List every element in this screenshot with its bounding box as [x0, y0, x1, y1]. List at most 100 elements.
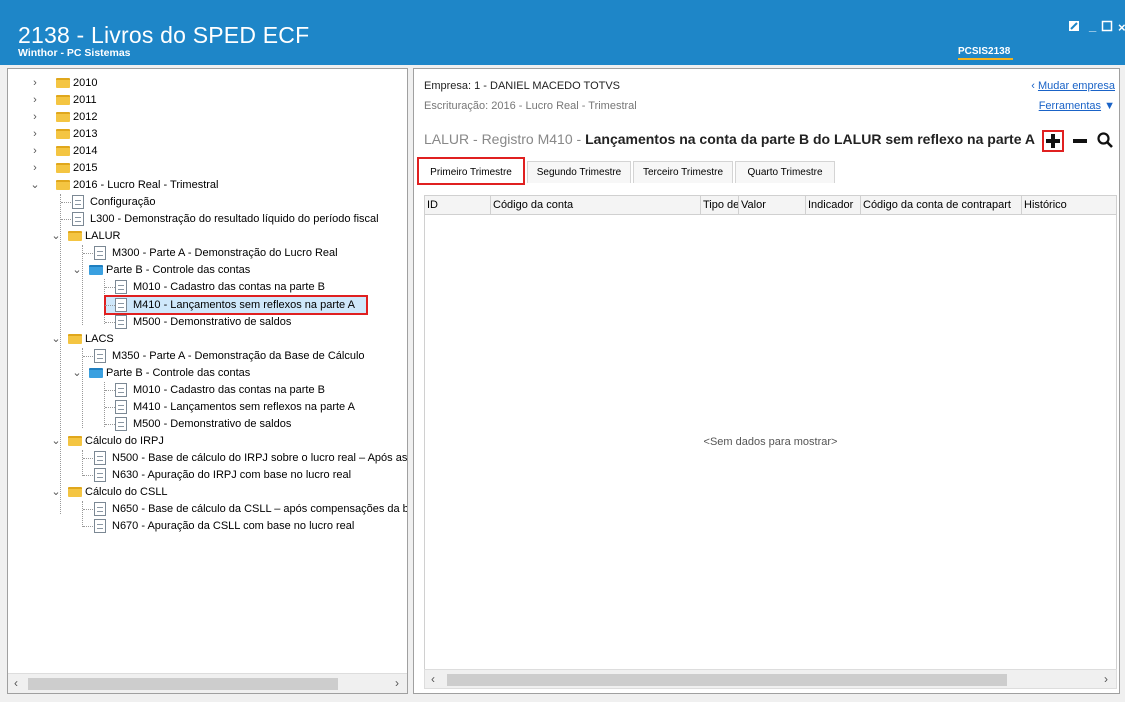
- tree-item-lalur-parteb[interactable]: ⌄ Parte B - Controle das contas: [8, 262, 398, 279]
- chevron-right-icon[interactable]: ›: [30, 126, 40, 143]
- tree-label: M350 - Parte A - Demonstração da Base de…: [112, 350, 365, 362]
- tree-label: 2016 - Lucro Real - Trimestral: [73, 179, 219, 191]
- column-header-historico[interactable]: Histórico: [1022, 196, 1116, 215]
- chevron-down-icon[interactable]: ⌄: [72, 262, 82, 279]
- scrollbar-thumb[interactable]: [28, 678, 338, 690]
- tree-item-2010[interactable]: › 2010: [8, 75, 308, 92]
- maximize-icon[interactable]: [1101, 20, 1113, 35]
- close-icon[interactable]: ×: [1118, 20, 1125, 35]
- chevron-down-icon[interactable]: ⌄: [51, 228, 61, 245]
- tree-item-2016[interactable]: ⌄ 2016 - Lucro Real - Trimestral: [8, 177, 308, 194]
- scroll-left-icon[interactable]: ‹: [431, 672, 435, 686]
- document-icon: [94, 468, 106, 482]
- chevron-right-icon[interactable]: ›: [30, 75, 40, 92]
- tree-item-lacs[interactable]: ⌄ LACS: [8, 331, 398, 348]
- tab-quarto-trimestre[interactable]: Quarto Trimestre: [735, 161, 835, 183]
- chevron-right-icon[interactable]: ›: [30, 143, 40, 160]
- ferramentas-link[interactable]: Ferramentas ▼: [1039, 100, 1115, 112]
- tree-item-lalur-m010[interactable]: M010 - Cadastro das contas na parte B: [8, 279, 398, 296]
- tab-segundo-trimestre[interactable]: Segundo Trimestre: [527, 161, 631, 183]
- chevron-left-icon: ‹: [1031, 80, 1035, 92]
- tree-item-lalur[interactable]: ⌄ LALUR: [8, 228, 398, 245]
- folder-icon: [68, 487, 82, 497]
- scroll-right-icon[interactable]: ›: [1104, 672, 1108, 686]
- add-button[interactable]: [1042, 130, 1064, 152]
- tree-item-configuracao[interactable]: Configuração: [8, 194, 398, 211]
- tree-item-lacs-m410[interactable]: M410 - Lançamentos sem reflexos na parte…: [8, 399, 398, 416]
- tree-label: M010 - Cadastro das contas na parte B: [133, 281, 325, 293]
- tree-label: 2011: [73, 94, 97, 106]
- column-header-tipo[interactable]: Tipo de tr: [701, 196, 739, 215]
- tree-label: Parte B - Controle das contas: [106, 367, 251, 379]
- column-header-valor[interactable]: Valor: [739, 196, 806, 215]
- tree-item-2015[interactable]: › 2015: [8, 160, 308, 177]
- folder-icon: [56, 180, 70, 190]
- data-grid: ID Código da conta Tipo de tr Valor Indi…: [424, 195, 1117, 673]
- tree-label: M410 - Lançamentos sem reflexos na parte…: [133, 299, 355, 311]
- scroll-right-icon[interactable]: ›: [395, 676, 399, 690]
- document-icon: [115, 280, 127, 294]
- tree-item-2013[interactable]: › 2013: [8, 126, 308, 143]
- tree-label: 2013: [73, 128, 98, 140]
- horizontal-scrollbar[interactable]: ‹ ›: [8, 673, 407, 693]
- tree-item-lacs-m500[interactable]: M500 - Demonstrativo de saldos: [8, 416, 398, 433]
- tree-item-2012[interactable]: › 2012: [8, 109, 308, 126]
- column-header-id[interactable]: ID: [425, 196, 491, 215]
- folder-icon: [56, 163, 70, 173]
- registro-description: Lançamentos na conta da parte B do LALUR…: [585, 131, 1035, 147]
- chevron-right-icon[interactable]: ›: [30, 92, 40, 109]
- tree-item-csll-n670[interactable]: N670 - Apuração da CSLL com base no lucr…: [8, 518, 398, 535]
- chevron-down-icon[interactable]: ⌄: [72, 365, 82, 382]
- tree-item-lalur-m410[interactable]: M410 - Lançamentos sem reflexos na parte…: [8, 297, 398, 314]
- chevron-down-icon[interactable]: ⌄: [51, 331, 61, 348]
- chevron-right-icon[interactable]: ›: [30, 160, 40, 177]
- column-header-indicador[interactable]: Indicador: [806, 196, 861, 215]
- document-icon: [115, 298, 127, 312]
- ferramentas-label: Ferramentas: [1038, 100, 1102, 112]
- tree-item-lacs-m350[interactable]: M350 - Parte A - Demonstração da Base de…: [8, 348, 398, 365]
- title-bar: 2138 - Livros do SPED ECF Winthor - PC S…: [0, 0, 1125, 65]
- chevron-down-icon[interactable]: ⌄: [30, 177, 40, 194]
- restore-icon[interactable]: [1068, 20, 1080, 35]
- chevron-right-icon[interactable]: ›: [30, 109, 40, 126]
- tree-item-csll-n650[interactable]: N650 - Base de cálculo da CSLL – após co…: [8, 501, 407, 518]
- tree-item-lacs-m010[interactable]: M010 - Cadastro das contas na parte B: [8, 382, 398, 399]
- tab-terceiro-trimestre[interactable]: Terceiro Trimestre: [633, 161, 733, 183]
- column-header-conta-contrapartida[interactable]: Código da conta de contrapart: [861, 196, 1022, 215]
- mudar-empresa-link[interactable]: ‹ Mudar empresa: [1031, 80, 1115, 92]
- chevron-down-icon[interactable]: ⌄: [51, 433, 61, 450]
- caret-down-icon: ▼: [1104, 100, 1115, 112]
- scrollbar-thumb[interactable]: [447, 674, 1007, 686]
- folder-icon: [68, 334, 82, 344]
- chevron-down-icon[interactable]: ⌄: [51, 484, 61, 501]
- tree-item-lacs-parteb[interactable]: ⌄ Parte B - Controle das contas: [8, 365, 398, 382]
- scroll-left-icon[interactable]: ‹: [14, 676, 18, 690]
- tree-label: L300 - Demonstração do resultado líquido…: [90, 213, 379, 225]
- tree-item-2011[interactable]: › 2011: [8, 92, 308, 109]
- document-icon: [115, 315, 127, 329]
- minimize-icon[interactable]: _: [1089, 18, 1096, 33]
- tree-item-irpj[interactable]: ⌄ Cálculo do IRPJ: [8, 433, 398, 450]
- tab-primeiro-trimestre[interactable]: Primeiro Trimestre: [417, 157, 525, 185]
- empresa-label: Empresa: 1 - DANIEL MACEDO TOTVS: [424, 80, 621, 92]
- grid-horizontal-scrollbar[interactable]: ‹ ›: [424, 669, 1117, 689]
- mudar-empresa-label: Mudar empresa: [1037, 80, 1115, 92]
- document-icon: [94, 349, 106, 363]
- tree-item-csll[interactable]: ⌄ Cálculo do CSLL: [8, 484, 398, 501]
- tree-label: 2014: [73, 145, 98, 157]
- search-button[interactable]: [1094, 131, 1116, 153]
- folder-icon: [89, 265, 103, 275]
- column-header-codigo-conta[interactable]: Código da conta: [491, 196, 701, 215]
- tree-item-lalur-m300[interactable]: M300 - Parte A - Demonstração do Lucro R…: [8, 245, 398, 262]
- tree-item-irpj-n500[interactable]: N500 - Base de cálculo do IRPJ sobre o l…: [8, 450, 407, 467]
- folder-icon: [56, 95, 70, 105]
- tree-item-l300[interactable]: L300 - Demonstração do resultado líquido…: [8, 211, 398, 228]
- tree-label: LACS: [85, 333, 114, 345]
- remove-button[interactable]: [1069, 131, 1091, 153]
- tree-item-lalur-m500[interactable]: M500 - Demonstrativo de saldos: [8, 314, 398, 331]
- tree-label: M300 - Parte A - Demonstração do Lucro R…: [112, 247, 338, 259]
- registro-title: LALUR - Registro M410 - Lançamentos na c…: [424, 131, 1035, 147]
- tree-item-irpj-n630[interactable]: N630 - Apuração do IRPJ com base no lucr…: [8, 467, 398, 484]
- tree-label: N630 - Apuração do IRPJ com base no lucr…: [112, 469, 352, 481]
- tree-item-2014[interactable]: › 2014: [8, 143, 308, 160]
